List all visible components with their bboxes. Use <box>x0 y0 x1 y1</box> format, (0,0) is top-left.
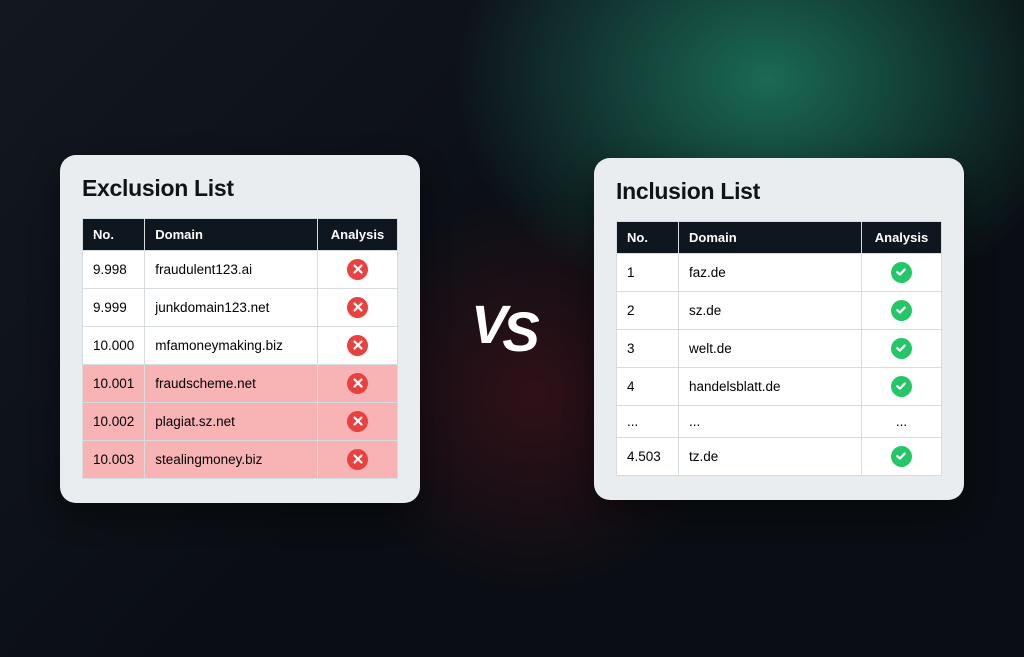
table-row: 10.002plagiat.sz.net <box>83 402 398 440</box>
col-analysis: Analysis <box>861 221 941 253</box>
cell-analysis <box>861 291 941 329</box>
cell-analysis <box>318 440 398 478</box>
vs-label: VS <box>471 301 542 347</box>
table-row: 9.999junkdomain123.net <box>83 288 398 326</box>
cross-icon <box>347 411 368 432</box>
cell-analysis-text: ... <box>896 414 907 429</box>
cell-domain: fraudulent123.ai <box>145 250 318 288</box>
cell-domain: fraudscheme.net <box>145 364 318 402</box>
cell-no: 10.003 <box>83 440 145 478</box>
cross-icon <box>347 297 368 318</box>
check-icon <box>891 338 912 359</box>
exclusion-card: Exclusion List No. Domain Analysis 9.998… <box>60 155 420 503</box>
cell-no: 2 <box>616 291 678 329</box>
cell-domain: stealingmoney.biz <box>145 440 318 478</box>
exclusion-title: Exclusion List <box>82 175 398 202</box>
check-icon <box>891 300 912 321</box>
table-row: 4handelsblatt.de <box>616 367 941 405</box>
cell-domain: faz.de <box>678 253 861 291</box>
cell-no: 9.998 <box>83 250 145 288</box>
cell-no: 10.001 <box>83 364 145 402</box>
exclusion-table: No. Domain Analysis 9.998fraudulent123.a… <box>82 218 398 479</box>
comparison-stage: Exclusion List No. Domain Analysis 9.998… <box>0 0 1024 657</box>
inclusion-card: Inclusion List No. Domain Analysis 1faz.… <box>594 158 964 500</box>
table-row: ......... <box>616 405 941 437</box>
table-row: 10.003stealingmoney.biz <box>83 440 398 478</box>
cell-domain: welt.de <box>678 329 861 367</box>
cell-no: 10.000 <box>83 326 145 364</box>
inclusion-table: No. Domain Analysis 1faz.de2sz.de3welt.d… <box>616 221 942 476</box>
table-row: 3welt.de <box>616 329 941 367</box>
table-header-row: No. Domain Analysis <box>616 221 941 253</box>
cell-analysis <box>318 250 398 288</box>
cell-analysis <box>318 402 398 440</box>
cell-analysis <box>861 367 941 405</box>
cell-domain: ... <box>678 405 861 437</box>
cell-analysis <box>318 364 398 402</box>
table-row: 10.000mfamoneymaking.biz <box>83 326 398 364</box>
col-no: No. <box>83 218 145 250</box>
col-no: No. <box>616 221 678 253</box>
table-row: 4.503tz.de <box>616 437 941 475</box>
check-icon <box>891 262 912 283</box>
col-domain: Domain <box>678 221 861 253</box>
cross-icon <box>347 373 368 394</box>
cell-analysis <box>318 326 398 364</box>
cross-icon <box>347 259 368 280</box>
check-icon <box>891 446 912 467</box>
cell-domain: mfamoneymaking.biz <box>145 326 318 364</box>
cell-no: 10.002 <box>83 402 145 440</box>
col-analysis: Analysis <box>318 218 398 250</box>
check-icon <box>891 376 912 397</box>
cell-no: 9.999 <box>83 288 145 326</box>
cell-no: 1 <box>616 253 678 291</box>
inclusion-title: Inclusion List <box>616 178 942 205</box>
table-row: 9.998fraudulent123.ai <box>83 250 398 288</box>
cell-analysis <box>861 329 941 367</box>
cell-analysis <box>861 437 941 475</box>
cell-analysis: ... <box>861 405 941 437</box>
cell-no: 4.503 <box>616 437 678 475</box>
cell-domain: handelsblatt.de <box>678 367 861 405</box>
table-row: 10.001fraudscheme.net <box>83 364 398 402</box>
cross-icon <box>347 449 368 470</box>
cell-domain: plagiat.sz.net <box>145 402 318 440</box>
cell-no: 3 <box>616 329 678 367</box>
table-row: 1faz.de <box>616 253 941 291</box>
cell-no: ... <box>616 405 678 437</box>
col-domain: Domain <box>145 218 318 250</box>
table-row: 2sz.de <box>616 291 941 329</box>
cell-analysis <box>861 253 941 291</box>
table-header-row: No. Domain Analysis <box>83 218 398 250</box>
cell-domain: tz.de <box>678 437 861 475</box>
cell-domain: junkdomain123.net <box>145 288 318 326</box>
cell-analysis <box>318 288 398 326</box>
cell-no: 4 <box>616 367 678 405</box>
cross-icon <box>347 335 368 356</box>
cell-domain: sz.de <box>678 291 861 329</box>
